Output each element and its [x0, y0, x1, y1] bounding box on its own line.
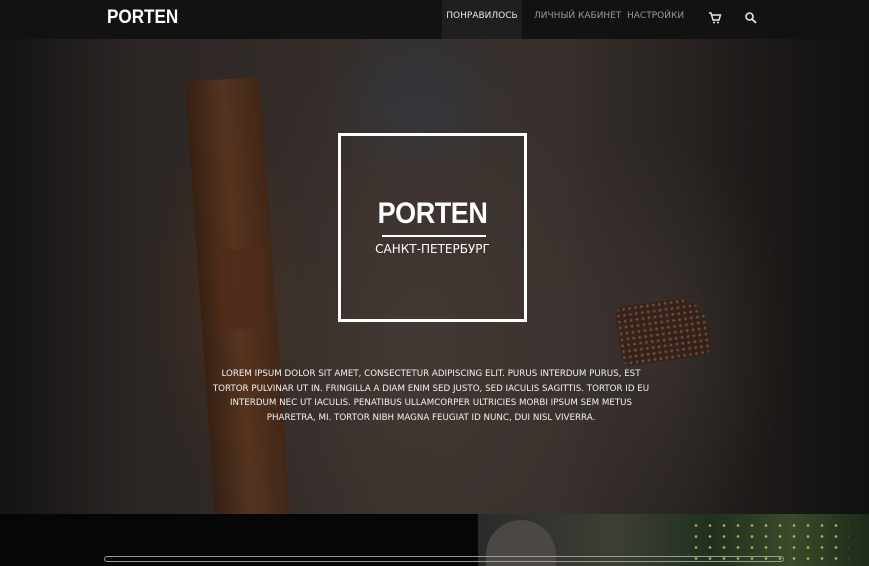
search-icon[interactable] [744, 10, 758, 24]
nav-item-label: ЛИЧНЫЙ КАБИНЕТ [534, 11, 622, 21]
scroll-bar[interactable] [104, 556, 784, 562]
brand-city: САНКТ-ПЕТЕРБУРГ [375, 242, 490, 256]
cart-icon[interactable] [708, 10, 722, 24]
top-navbar: PORTEN ПОНРАВИЛОСЬ ЛИЧНЫЙ КАБИНЕТ НАСТРО… [0, 0, 869, 39]
bottom-photo-lights [689, 520, 849, 560]
brand-title: PORTEN [377, 197, 488, 230]
nav-item-account[interactable]: ЛИЧНЫЙ КАБИНЕТ [534, 0, 621, 39]
hero-banner: PORTEN САНКТ-ПЕТЕРБУРГ LOREM IPSUM DOLOR… [0, 39, 869, 514]
hero-description: LOREM IPSUM DOLOR SIT AMET, CONSECTETUR … [212, 369, 650, 423]
nav-item-liked[interactable]: ПОНРАВИЛОСЬ [442, 0, 522, 39]
nav-item-label: ПОНРАВИЛОСЬ [446, 11, 518, 21]
brand-frame: PORTEN САНКТ-ПЕТЕРБУРГ [338, 133, 527, 322]
nav-item-label: НАСТРОЙКИ [627, 11, 685, 21]
logo[interactable]: PORTEN [107, 7, 178, 29]
nav-item-settings[interactable]: НАСТРОЙКИ [627, 0, 684, 39]
brand-divider [382, 235, 486, 237]
